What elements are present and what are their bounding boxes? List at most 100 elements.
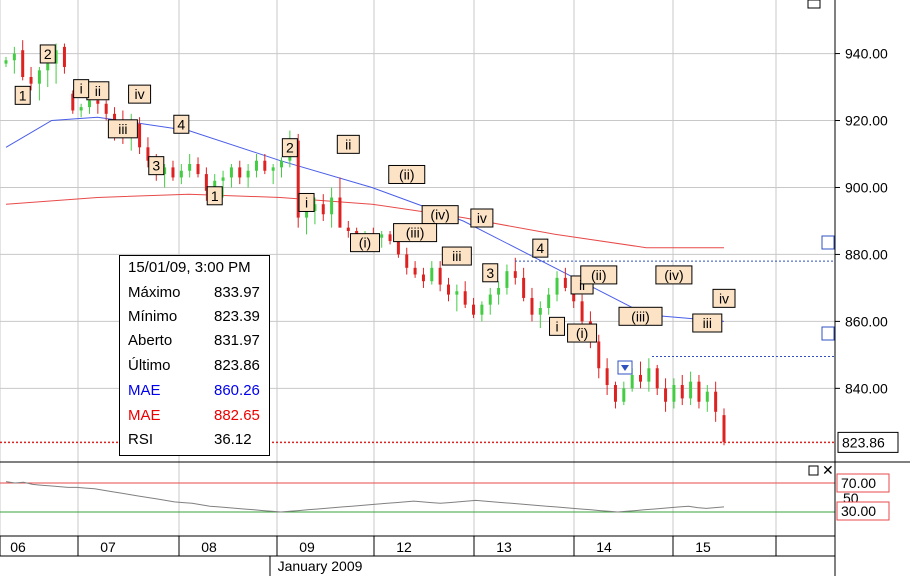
- candle-body: [87, 100, 91, 108]
- wave-label: 3: [152, 158, 160, 174]
- candle-body: [254, 160, 258, 171]
- candle-body: [321, 204, 325, 215]
- candle-body: [46, 63, 50, 71]
- candle-body: [238, 167, 242, 178]
- candle-body: [413, 267, 417, 275]
- candle-body: [396, 241, 400, 255]
- wave-label: (i): [359, 235, 371, 251]
- x-tick-label: 13: [496, 539, 512, 555]
- candle-body: [538, 308, 542, 315]
- candle-body: [680, 385, 684, 399]
- wave-label: iii: [703, 315, 712, 331]
- wave-label: 3: [486, 265, 494, 281]
- candle-body: [388, 234, 392, 242]
- top-marker-icon: [807, 0, 821, 9]
- wave-label: i: [555, 318, 558, 334]
- close-icon: ✕: [822, 462, 834, 478]
- candle-body: [29, 77, 33, 84]
- info-row-maximo: Máximo 833.97: [128, 284, 260, 301]
- candle-body: [563, 277, 567, 288]
- x-tick-label: 14: [596, 539, 612, 555]
- candle-body: [21, 50, 25, 77]
- candle-body: [555, 277, 559, 295]
- wave-label: ii: [345, 136, 351, 152]
- candle-body: [196, 164, 200, 175]
- x-tick-label: 07: [100, 539, 116, 555]
- candle-body: [689, 381, 693, 399]
- candle-body: [430, 267, 434, 282]
- candle-body: [647, 368, 651, 382]
- candle-body: [622, 388, 626, 402]
- candle-body: [722, 415, 726, 442]
- x-tick-label: 12: [396, 539, 412, 555]
- candle-body: [547, 294, 551, 308]
- x-tick-label: 09: [299, 539, 315, 555]
- candle-body: [463, 291, 467, 305]
- candle-body: [338, 197, 342, 228]
- last-price-label: 823.86: [842, 434, 885, 450]
- wave-label: iv: [477, 210, 487, 226]
- rsi-label-70: 70.00: [841, 475, 876, 491]
- candle-body: [246, 170, 250, 178]
- wave-label: i: [80, 81, 83, 97]
- candle-body: [330, 197, 334, 215]
- wave-label: iv: [719, 290, 729, 306]
- candle-body: [446, 284, 450, 295]
- candle-body: [280, 160, 284, 168]
- y-tick-label: 880.00: [845, 246, 888, 262]
- wave-label: 4: [536, 240, 544, 256]
- candle-body: [655, 368, 659, 389]
- candle-body: [714, 391, 718, 412]
- y-tick-label: 900.00: [845, 179, 888, 195]
- candle-body: [639, 374, 643, 382]
- candle-body: [421, 274, 425, 282]
- candle-body: [664, 388, 668, 402]
- candle-body: [455, 291, 459, 295]
- maximize-icon: [808, 465, 819, 476]
- candle-body: [138, 123, 142, 148]
- y-tick-label: 940.00: [845, 46, 888, 62]
- info-row-mae-blue: MAE 860.26: [128, 382, 260, 399]
- y-tick-label: 920.00: [845, 113, 888, 129]
- info-datetime: 15/01/09, 3:00 PM: [128, 259, 251, 276]
- candle-body: [480, 304, 484, 315]
- info-row-rsi: RSI 36.12: [128, 431, 252, 448]
- info-row-aberto: Aberto 831.97: [128, 332, 260, 349]
- candle-body: [488, 294, 492, 305]
- info-box: 15/01/09, 3:00 PM Máximo 833.97 Mínimo 823…: [119, 255, 270, 456]
- wave-label: (i): [576, 325, 588, 341]
- candle-body: [12, 53, 16, 61]
- candle-body: [630, 374, 634, 389]
- wave-label: (ii): [399, 166, 415, 182]
- x-tick-label: 15: [695, 539, 711, 555]
- candle-body: [672, 385, 676, 402]
- candle-body: [513, 271, 517, 278]
- wave-label: i: [305, 194, 308, 210]
- rsi-bg: [0, 463, 835, 536]
- candle-body: [522, 277, 526, 298]
- candle-body: [271, 167, 275, 171]
- candle-body: [263, 160, 267, 171]
- wave-label: iii: [118, 121, 127, 137]
- candle-body: [597, 341, 601, 369]
- candle-body: [613, 385, 617, 402]
- candle-body: [37, 70, 41, 84]
- candle-body: [705, 391, 709, 402]
- wave-label: (iii): [631, 308, 650, 324]
- info-row-minimo: Mínimo 823.39: [128, 308, 260, 325]
- candle-body: [62, 46, 66, 67]
- candle-body: [530, 297, 534, 315]
- wave-label: (iii): [406, 225, 425, 241]
- candle-body: [104, 103, 108, 114]
- candle-body: [472, 304, 476, 315]
- rsi-label-30: 30.00: [841, 503, 876, 519]
- candle-body: [497, 287, 501, 295]
- candle-body: [346, 227, 350, 231]
- x-tick-label: 06: [10, 539, 26, 555]
- y-tick-label: 840.00: [845, 380, 888, 396]
- x-tick-label: 08: [201, 539, 217, 555]
- wave-label: (ii): [591, 267, 607, 283]
- x-month-label: January 2009: [278, 558, 363, 574]
- level-marker-icon: [821, 235, 835, 250]
- candle-body: [438, 267, 442, 285]
